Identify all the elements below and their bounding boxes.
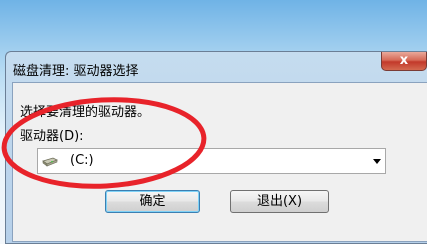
chevron-down-icon[interactable]: [373, 159, 381, 164]
dialog-title: 磁盘清理: 驱动器选择: [13, 64, 139, 79]
exit-button[interactable]: 退出(X): [230, 190, 329, 213]
hard-drive-icon: [42, 157, 58, 167]
prompt-text: 选择要清理的驱动器。: [20, 105, 151, 120]
drive-select-value: (C:): [70, 153, 94, 168]
drive-select[interactable]: (C:): [37, 148, 386, 174]
close-icon: x: [399, 53, 409, 68]
dialog-titlebar[interactable]: 磁盘清理: 驱动器选择 x: [6, 52, 427, 82]
disk-cleanup-dialog: 磁盘清理: 驱动器选择 x 选择要清理的驱动器。 驱动器(D): (C:) 确定…: [5, 51, 427, 244]
close-button[interactable]: x: [381, 52, 427, 71]
drive-label: 驱动器(D):: [20, 129, 84, 144]
dialog-client-area: 选择要清理的驱动器。 驱动器(D): (C:) 确定 退出(X): [12, 82, 427, 242]
ok-button[interactable]: 确定: [105, 190, 200, 213]
